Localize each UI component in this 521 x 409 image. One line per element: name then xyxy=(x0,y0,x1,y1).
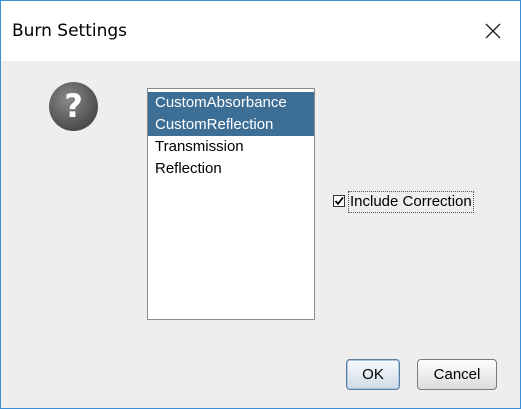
svg-text:?: ? xyxy=(64,87,83,125)
close-button[interactable] xyxy=(473,13,513,49)
include-correction-label[interactable]: Include Correction xyxy=(348,191,474,213)
close-icon xyxy=(485,23,501,39)
list-item-transmission[interactable]: Transmission xyxy=(148,136,314,158)
list-item-reflection[interactable]: Reflection xyxy=(148,158,314,180)
checkmark-icon xyxy=(334,196,344,206)
list-item-custom-reflection[interactable]: CustomReflection xyxy=(148,114,314,136)
list-item-custom-absorbance[interactable]: CustomAbsorbance xyxy=(148,92,314,114)
include-correction-checkbox[interactable] xyxy=(333,195,345,207)
cancel-button[interactable]: Cancel xyxy=(417,359,497,390)
title-bar[interactable]: Burn Settings xyxy=(1,1,520,61)
burn-settings-dialog: Burn Settings ? CustomAbsorbance CustomR… xyxy=(0,0,521,409)
ok-button[interactable]: OK xyxy=(346,359,400,390)
spectrum-type-list[interactable]: CustomAbsorbance CustomReflection Transm… xyxy=(147,88,315,320)
question-icon: ? xyxy=(49,82,98,131)
dialog-title: Burn Settings xyxy=(12,21,128,41)
dialog-content: ? CustomAbsorbance CustomReflection Tran… xyxy=(1,61,520,408)
